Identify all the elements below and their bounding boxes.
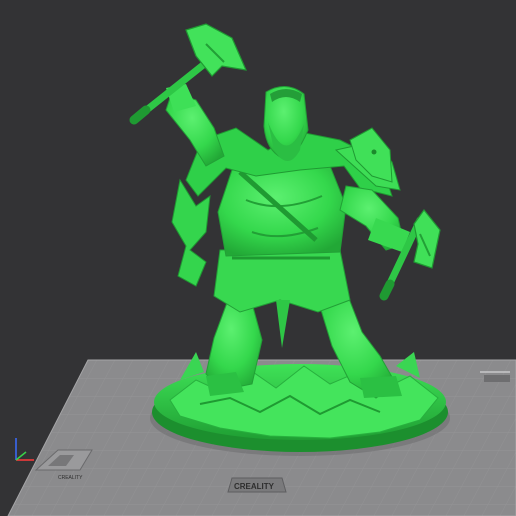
- axis-gizmo: [15, 438, 34, 461]
- model-viking-figure[interactable]: [129, 23, 448, 452]
- creality-brand-plate: CREALITY: [227, 477, 287, 493]
- y-axis-icon: [15, 451, 27, 461]
- bed-small-label: CREALITY: [58, 475, 83, 481]
- 3d-viewport[interactable]: CREALITY CREALITY: [0, 0, 516, 516]
- bed-brand-label: CREALITY: [234, 482, 275, 491]
